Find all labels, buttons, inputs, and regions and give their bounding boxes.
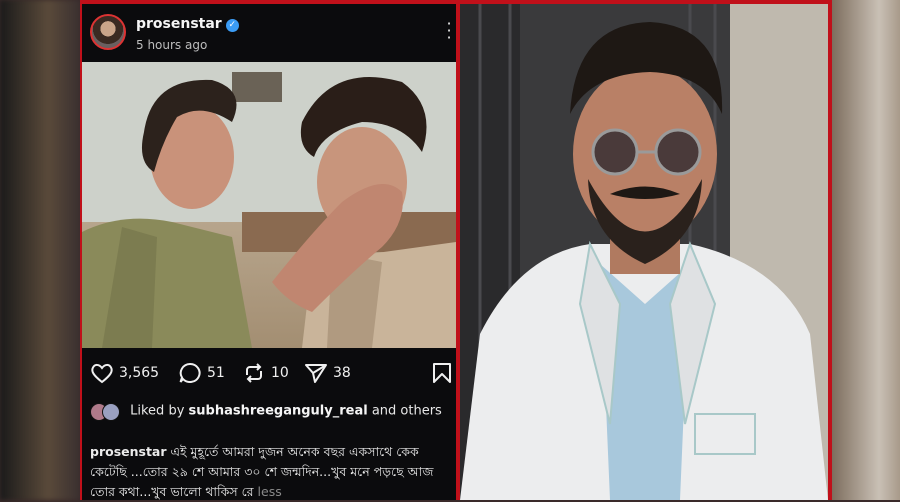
repost-action[interactable]: 10: [242, 362, 289, 384]
instagram-post-screenshot: prosenstar ✓ 5 hours ago · · · 3,565 51 …: [82, 4, 456, 500]
send-icon[interactable]: [304, 362, 328, 384]
liked-by-prefix: Liked by: [130, 403, 185, 419]
comment-icon[interactable]: [178, 362, 202, 384]
like-action[interactable]: 3,565: [90, 362, 159, 384]
bookmark-icon[interactable]: [432, 362, 452, 384]
comments-count: 51: [207, 365, 225, 381]
comment-action[interactable]: 51: [178, 362, 225, 384]
save-action[interactable]: [432, 362, 452, 384]
liked-by-suffix[interactable]: and others: [372, 404, 442, 419]
post-timestamp: 5 hours ago: [136, 38, 208, 52]
likes-count: 3,565: [119, 365, 160, 381]
more-options-icon[interactable]: · · ·: [444, 16, 454, 46]
caption-less-link[interactable]: less: [258, 484, 282, 499]
verified-badge-icon: ✓: [225, 19, 239, 32]
username[interactable]: prosenstar ✓: [136, 16, 239, 32]
post-image[interactable]: [82, 62, 456, 348]
heart-icon[interactable]: [90, 362, 114, 384]
collage-frame: prosenstar ✓ 5 hours ago · · · 3,565 51 …: [80, 0, 832, 500]
share-action[interactable]: 38: [304, 362, 351, 384]
blurred-background-right: [830, 0, 900, 500]
repost-icon[interactable]: [242, 362, 266, 384]
movie-still-illustration: [82, 62, 456, 348]
liker-avatar[interactable]: [102, 403, 120, 421]
caption-username[interactable]: prosenstar: [90, 444, 167, 459]
username-text[interactable]: prosenstar: [136, 16, 222, 32]
liked-by-avatars[interactable]: [90, 402, 126, 421]
post-actions-bar: 3,565 51 10 38: [82, 360, 456, 390]
portrait-photo: [460, 4, 828, 500]
post-caption: prosenstar এই মুহূর্তে আমরা দুজন অনেক বছ…: [90, 442, 442, 502]
portrait-illustration: [460, 4, 828, 500]
shares-count: 38: [333, 365, 351, 381]
blurred-background-left: [0, 0, 80, 500]
liked-by-username[interactable]: subhashreeganguly_real: [189, 404, 368, 419]
reposts-count: 10: [271, 365, 289, 381]
liked-by-line: Liked by subhashreeganguly_real and othe…: [90, 402, 450, 421]
avatar[interactable]: [90, 14, 126, 50]
post-header: prosenstar ✓ 5 hours ago · · ·: [82, 4, 456, 58]
